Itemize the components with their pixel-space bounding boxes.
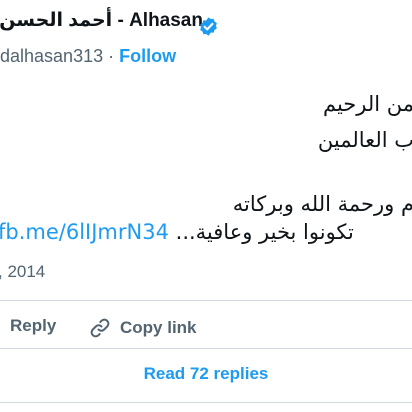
tweet-link[interactable]: fb.me/6lIJmrN34: [0, 220, 169, 244]
author-display-name[interactable]: أحمد الحسن - Alhasan: [0, 9, 203, 32]
tweet-text-line: ب العالمين: [317, 128, 412, 152]
copy-link-label: Copy link: [120, 318, 197, 337]
author-handle[interactable]: dalhasan313: [0, 46, 103, 66]
read-replies-button[interactable]: Read 72 replies: [0, 364, 412, 384]
copy-link-button[interactable]: Copy link: [88, 316, 197, 340]
link-icon: [90, 318, 110, 338]
divider: [0, 300, 412, 301]
reply-label: Reply: [10, 316, 57, 335]
follow-button[interactable]: Follow: [119, 46, 176, 66]
tweet-date[interactable]: , 2014: [0, 262, 45, 282]
tweet-text-line: من الرحيم: [322, 92, 412, 116]
tweet-text-line: fb.me/6lIJmrN34 تكونوا بخير وعافية...: [0, 220, 354, 244]
tweet-text-fragment: تكونوا بخير وعافية...: [175, 220, 354, 244]
separator-dot: ·: [108, 46, 115, 66]
verified-badge-icon: [200, 17, 217, 36]
reply-button[interactable]: Reply: [10, 316, 56, 336]
tweet-text-line: م ورحمة الله وبركاته: [232, 192, 412, 216]
divider: [0, 348, 412, 349]
author-handle-row: dalhasan313 · Follow: [0, 46, 176, 67]
divider: [0, 402, 412, 403]
